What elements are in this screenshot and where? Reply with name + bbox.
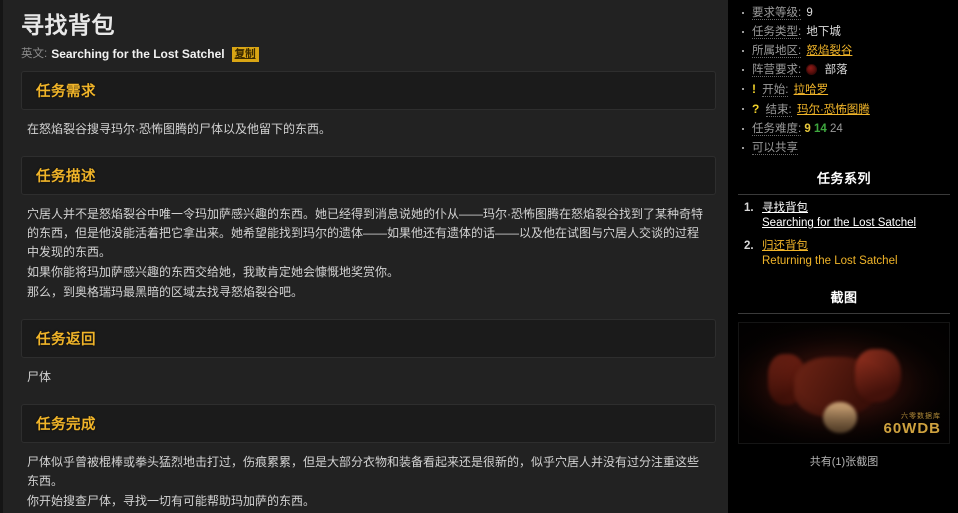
english-name-line: 英文: Searching for the Lost Satchel 复制 bbox=[21, 46, 716, 62]
english-label: 英文: bbox=[21, 48, 48, 60]
fact-shareable: 可以共享 bbox=[740, 139, 952, 158]
fact-label: 任务难度: bbox=[752, 123, 802, 136]
paragraph: 如果你能将玛加萨感兴趣的东西交给她，我敢肯定她会慷慨地奖赏你。 bbox=[27, 265, 400, 279]
fact-zone: 所属地区: 怒焰裂谷 bbox=[740, 42, 952, 61]
paragraph: 在怒焰裂谷搜寻玛尔·恐怖图腾的尸体以及他留下的东西。 bbox=[27, 122, 331, 136]
difficulty-high: 24 bbox=[830, 123, 843, 135]
list-item[interactable]: 归还背包 Returning the Lost Satchel bbox=[742, 239, 952, 277]
english-title: Searching for the Lost Satchel bbox=[51, 47, 225, 61]
section-title: 任务返回 bbox=[36, 332, 96, 348]
watermark-en: 60WDB bbox=[883, 420, 941, 437]
fact-value: 地下城 bbox=[806, 26, 841, 38]
quest-facts-list: 要求等级: 9 任务类型: 地下城 所属地区: 怒焰裂谷 阵营要求: 部落 ! … bbox=[736, 4, 952, 158]
fact-value: 部落 bbox=[824, 64, 848, 76]
section-body-description: 穴居人并不是怒焰裂谷中唯一令玛加萨感兴趣的东西。她已经得到消息说她的仆从——玛尔… bbox=[21, 195, 716, 311]
fact-faction: 阵营要求: 部落 bbox=[740, 61, 952, 80]
quest-series-list: 寻找背包 Searching for the Lost Satchel 归还背包… bbox=[736, 201, 952, 277]
watermark: 六零数据库 60WDB bbox=[883, 412, 941, 437]
section-title: 任务描述 bbox=[36, 169, 96, 185]
sidebar: 要求等级: 9 任务类型: 地下城 所属地区: 怒焰裂谷 阵营要求: 部落 ! … bbox=[728, 0, 958, 513]
section-body-completion: 尸体似乎曾被棍棒或拳头猛烈地击打过，伤痕累累，但是大部分衣物和装备看起来还是很新… bbox=[21, 443, 716, 513]
paragraph: 你开始搜查尸体，寻找一切有可能帮助玛加萨的东西。 bbox=[27, 494, 316, 508]
fact-label: 开始: bbox=[762, 84, 789, 97]
difficulty-low: 9 bbox=[804, 123, 811, 135]
paragraph: 那么，到奥格瑞玛最黑暗的区域去找寻怒焰裂谷吧。 bbox=[27, 285, 304, 299]
series-heading: 任务系列 bbox=[816, 171, 871, 186]
horde-faction-icon bbox=[806, 64, 818, 75]
section-title: 任务需求 bbox=[36, 84, 96, 100]
fact-label: 可以共享 bbox=[752, 142, 798, 155]
fact-quest-start: ! 开始: 拉哈罗 bbox=[740, 80, 952, 100]
copy-button[interactable]: 复制 bbox=[231, 46, 259, 62]
zone-link[interactable]: 怒焰裂谷 bbox=[806, 45, 852, 57]
screenshot-caption: 共有(1)张截图 bbox=[809, 456, 879, 468]
paragraph: 穴居人并不是怒焰裂谷中唯一令玛加萨感兴趣的东西。她已经得到消息说她的仆从——玛尔… bbox=[27, 207, 704, 259]
section-body-rewards: 尸体 bbox=[21, 358, 716, 396]
screenshot-gallery: 六零数据库 60WDB 共有(1)张截图 bbox=[736, 320, 952, 469]
fact-label: 阵营要求: bbox=[752, 64, 802, 77]
quest-page: 寻找背包 英文: Searching for the Lost Satchel … bbox=[0, 0, 958, 513]
series-item-cn[interactable]: 归还背包 bbox=[762, 239, 952, 254]
paragraph: 尸体似乎曾被棍棒或拳头猛烈地击打过，伤痕累累，但是大部分衣物和装备看起来还是很新… bbox=[27, 455, 700, 488]
section-header-rewards: 任务返回 bbox=[21, 319, 716, 358]
fact-label: 结束: bbox=[765, 104, 792, 117]
series-item-en[interactable]: Returning the Lost Satchel bbox=[762, 254, 952, 269]
question-mark-icon: ? bbox=[752, 102, 760, 116]
divider bbox=[738, 194, 950, 195]
section-header-description: 任务描述 bbox=[21, 156, 716, 195]
main-content: 寻找背包 英文: Searching for the Lost Satchel … bbox=[0, 0, 728, 513]
fact-quest-difficulty: 任务难度: 9 14 24 bbox=[740, 120, 952, 139]
fact-label: 要求等级: bbox=[752, 7, 802, 20]
section-body-requirements: 在怒焰裂谷搜寻玛尔·恐怖图腾的尸体以及他留下的东西。 bbox=[21, 110, 716, 148]
exclamation-icon: ! bbox=[752, 82, 756, 96]
fact-required-level: 要求等级: 9 bbox=[740, 4, 952, 23]
quest-turnin-link[interactable]: 玛尔·恐怖图腾 bbox=[797, 104, 870, 116]
list-item[interactable]: 寻找背包 Searching for the Lost Satchel bbox=[742, 201, 952, 239]
difficulty-mid: 14 bbox=[814, 123, 827, 135]
section-header-completion: 任务完成 bbox=[21, 404, 716, 443]
fact-value: 9 bbox=[806, 7, 813, 19]
screenshot-heading: 截图 bbox=[830, 290, 858, 305]
quest-giver-link[interactable]: 拉哈罗 bbox=[794, 84, 829, 96]
divider bbox=[738, 313, 950, 314]
section-title: 任务完成 bbox=[36, 417, 96, 433]
paragraph: 尸体 bbox=[27, 370, 52, 384]
fact-label: 所属地区: bbox=[752, 45, 802, 58]
series-item-en[interactable]: Searching for the Lost Satchel bbox=[762, 216, 952, 231]
section-header-requirements: 任务需求 bbox=[21, 71, 716, 110]
screenshot-thumbnail[interactable]: 六零数据库 60WDB bbox=[738, 322, 950, 444]
page-title: 寻找背包 bbox=[21, 12, 115, 38]
fact-quest-end: ? 结束: 玛尔·恐怖图腾 bbox=[740, 100, 952, 120]
fact-quest-type: 任务类型: 地下城 bbox=[740, 23, 952, 42]
series-item-cn[interactable]: 寻找背包 bbox=[762, 201, 952, 216]
fact-label: 任务类型: bbox=[752, 26, 802, 39]
